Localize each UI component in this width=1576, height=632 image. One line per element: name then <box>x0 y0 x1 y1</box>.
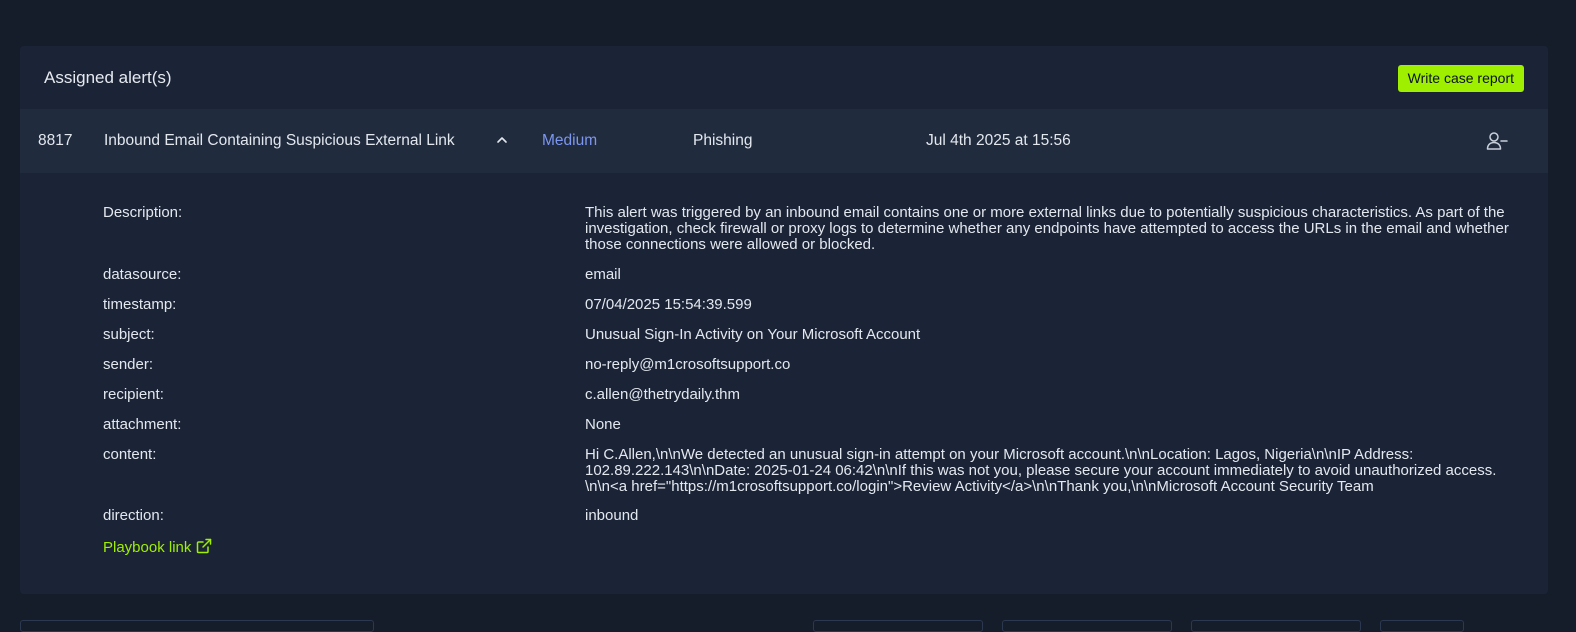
bottom-control[interactable] <box>813 620 983 632</box>
bottom-control[interactable] <box>1002 620 1172 632</box>
chevron-up-icon[interactable] <box>496 109 510 173</box>
assigned-alerts-panel: Assigned alert(s) Write case report 8817… <box>20 46 1548 594</box>
detail-key: Description: <box>103 204 183 221</box>
write-case-report-button[interactable]: Write case report <box>1397 65 1524 92</box>
alert-row[interactable]: 8817 Inbound Email Containing Suspicious… <box>20 109 1548 173</box>
detail-value: This alert was triggered by an inbound e… <box>585 204 1514 253</box>
detail-value: inbound <box>585 507 639 524</box>
detail-key: recipient: <box>103 386 164 403</box>
detail-key: content: <box>103 446 157 463</box>
detail-key: attachment: <box>103 416 182 433</box>
detail-key: timestamp: <box>103 296 177 313</box>
panel-title: Assigned alert(s) <box>44 68 172 87</box>
detail-key: subject: <box>103 326 155 343</box>
alert-severity: Medium <box>542 132 598 149</box>
panel-header: Assigned alert(s) Write case report <box>20 46 1548 109</box>
detail-value: None <box>585 416 621 433</box>
detail-value: email <box>585 266 621 283</box>
detail-key: datasource: <box>103 266 182 283</box>
detail-value: c.allen@thetrydaily.thm <box>585 386 741 403</box>
detail-value: Hi C.Allen,\n\nWe detected an unusual si… <box>585 446 1501 495</box>
alert-date: Jul 4th 2025 at 15:56 <box>926 132 1071 149</box>
bottom-control[interactable] <box>1380 620 1464 632</box>
alert-type: Phishing <box>693 132 753 149</box>
playbook-link-label: Playbook link <box>103 539 192 556</box>
detail-value: Unusual Sign-In Activity on Your Microso… <box>585 326 921 343</box>
detail-key: direction: <box>103 507 164 524</box>
bottom-control[interactable] <box>1191 620 1361 632</box>
user-minus-icon[interactable] <box>1486 131 1508 151</box>
bottom-control[interactable] <box>20 620 374 632</box>
playbook-link[interactable]: Playbook link <box>103 538 212 556</box>
alert-title: Inbound Email Containing Suspicious Exte… <box>104 132 455 149</box>
detail-value: 07/04/2025 15:54:39.599 <box>585 296 752 313</box>
detail-key: sender: <box>103 356 154 373</box>
detail-value: no-reply@m1crosoftsupport.co <box>585 356 791 373</box>
alert-id: 8817 <box>38 132 73 149</box>
external-link-icon <box>197 538 212 554</box>
